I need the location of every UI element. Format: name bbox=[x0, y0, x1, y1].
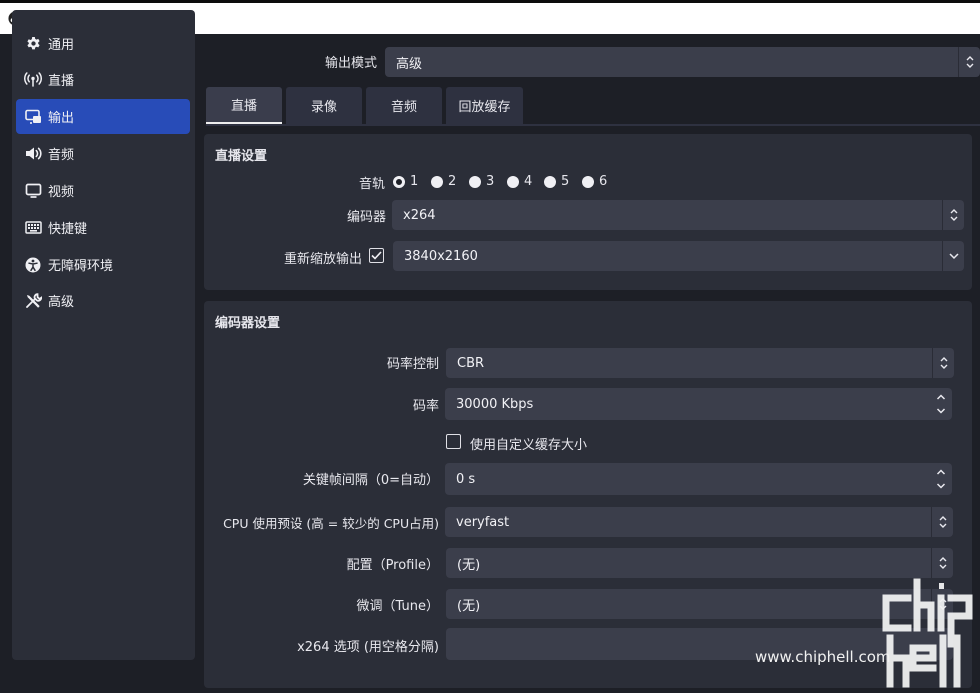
custom-buffer-checkbox[interactable] bbox=[446, 434, 461, 449]
track-radio-5[interactable]: 5 bbox=[544, 174, 569, 189]
radio-label: 1 bbox=[410, 174, 419, 189]
sidebar-item-output[interactable]: 输出 bbox=[16, 99, 190, 134]
radio-dot bbox=[431, 175, 443, 188]
track-radio-4[interactable]: 4 bbox=[507, 174, 532, 189]
bitrate-spinbox[interactable]: 30000 Kbps bbox=[445, 388, 952, 420]
output-mode-label: 输出模式 bbox=[325, 56, 378, 71]
keyframe-label: 关键帧间隔（0=自动） bbox=[302, 473, 439, 488]
sidebar-item-label: 通用 bbox=[48, 38, 75, 53]
updown-arrows-icon bbox=[931, 507, 953, 537]
tab-label: 回放缓存 bbox=[458, 100, 511, 115]
tune-value: (无) bbox=[457, 598, 481, 614]
encoder-select[interactable]: x264 bbox=[392, 200, 964, 230]
output-mode-value: 高级 bbox=[396, 56, 423, 72]
group-title: 编码器设置 bbox=[215, 316, 281, 331]
cpu-preset-label: CPU 使用预设 (高 = 较少的 CPU占用) bbox=[223, 516, 439, 531]
radio-label: 4 bbox=[524, 174, 533, 189]
x264-options-label: x264 选项 (用空格分隔) bbox=[297, 640, 439, 655]
tab-label: 录像 bbox=[310, 100, 337, 115]
chevron-down-icon bbox=[942, 241, 964, 271]
rate-control-select[interactable]: CBR bbox=[446, 348, 954, 378]
rescale-resolution-select[interactable]: 3840x2160 bbox=[393, 241, 964, 271]
rate-control-value: CBR bbox=[457, 355, 485, 371]
sidebar-item-label: 输出 bbox=[48, 111, 75, 126]
tools-icon bbox=[23, 291, 43, 311]
sidebar-item-general[interactable]: 通用 bbox=[16, 26, 190, 61]
sidebar-item-hotkeys[interactable]: 快捷键 bbox=[16, 210, 190, 245]
profile-select[interactable]: (无) bbox=[446, 548, 953, 578]
speaker-icon bbox=[23, 144, 43, 164]
tab-underline bbox=[206, 124, 980, 126]
radio-label: 5 bbox=[561, 174, 570, 189]
updown-arrows-icon bbox=[932, 348, 954, 378]
sidebar-item-video[interactable]: 视频 bbox=[16, 173, 190, 208]
tab-audio[interactable]: 音频 bbox=[366, 87, 442, 124]
accessibility-icon bbox=[23, 255, 43, 275]
bitrate-value: 30000 Kbps bbox=[456, 396, 534, 412]
cpu-preset-select[interactable]: veryfast bbox=[445, 507, 953, 537]
tab-recording[interactable]: 录像 bbox=[286, 87, 362, 124]
tab-label: 音频 bbox=[390, 100, 417, 115]
radio-label: 6 bbox=[599, 174, 608, 189]
track-radio-3[interactable]: 3 bbox=[469, 174, 494, 189]
updown-arrows-icon bbox=[958, 47, 980, 77]
sidebar-item-accessibility[interactable]: 无障碍环境 bbox=[16, 247, 190, 282]
tab-stream[interactable]: 直播 bbox=[206, 87, 282, 124]
sidebar: 通用 直播 输出 音频 视频 快捷键 无障碍环境 高级 bbox=[12, 10, 195, 660]
keyboard-icon bbox=[23, 218, 43, 238]
track-radio-6[interactable]: 6 bbox=[582, 174, 607, 189]
rescale-value: 3840x2160 bbox=[404, 248, 478, 264]
sidebar-item-advanced[interactable]: 高级 bbox=[16, 283, 190, 318]
track-radio-1[interactable]: 1 bbox=[393, 174, 418, 189]
sidebar-item-label: 音频 bbox=[48, 148, 75, 163]
updown-arrows-icon bbox=[942, 200, 964, 230]
rescale-checkbox[interactable] bbox=[369, 248, 384, 263]
spin-arrows-icon[interactable] bbox=[930, 388, 952, 420]
profile-label: 配置（Profile） bbox=[346, 558, 439, 573]
updown-arrows-icon bbox=[931, 548, 953, 578]
sidebar-item-label: 高级 bbox=[48, 295, 75, 310]
checkmark-icon bbox=[371, 251, 382, 260]
output-icon bbox=[23, 107, 43, 127]
radio-dot bbox=[469, 175, 481, 188]
spin-arrows-icon[interactable] bbox=[930, 463, 952, 495]
profile-value: (无) bbox=[457, 557, 481, 573]
encoder-value: x264 bbox=[403, 207, 436, 223]
sidebar-item-label: 视频 bbox=[48, 185, 75, 200]
audio-track-label: 音轨 bbox=[358, 177, 385, 192]
gear-icon bbox=[23, 34, 43, 54]
sidebar-item-stream[interactable]: 直播 bbox=[16, 62, 190, 97]
sidebar-item-label: 快捷键 bbox=[48, 222, 88, 237]
radio-dot bbox=[582, 175, 594, 188]
sidebar-item-audio[interactable]: 音频 bbox=[16, 136, 190, 171]
tab-label: 直播 bbox=[230, 99, 257, 114]
sidebar-item-label: 直播 bbox=[48, 74, 75, 89]
sidebar-item-label: 无障碍环境 bbox=[48, 259, 114, 274]
bitrate-label: 码率 bbox=[412, 399, 439, 414]
track-radio-2[interactable]: 2 bbox=[431, 174, 456, 189]
radio-dot bbox=[544, 175, 556, 188]
radio-label: 2 bbox=[448, 174, 457, 189]
watermark-url: www.chiphell.com bbox=[755, 648, 891, 666]
custom-buffer-label: 使用自定义缓存大小 bbox=[470, 438, 588, 453]
rescale-label: 重新缩放输出 bbox=[283, 252, 362, 267]
radio-label: 3 bbox=[486, 174, 495, 189]
radio-dot bbox=[393, 175, 405, 188]
cpu-preset-value: veryfast bbox=[456, 514, 510, 530]
keyframe-value: 0 s bbox=[456, 471, 476, 487]
tune-label: 微调（Tune） bbox=[356, 599, 439, 614]
radio-dot bbox=[507, 175, 519, 188]
chiphell-logo bbox=[882, 578, 973, 688]
monitor-icon bbox=[23, 181, 43, 201]
tab-replay-buffer[interactable]: 回放缓存 bbox=[446, 87, 523, 124]
rate-control-label: 码率控制 bbox=[386, 357, 439, 372]
broadcast-icon bbox=[23, 70, 43, 90]
group-title: 直播设置 bbox=[215, 149, 268, 164]
output-mode-select[interactable]: 高级 bbox=[385, 47, 980, 77]
keyframe-spinbox[interactable]: 0 s bbox=[445, 463, 952, 495]
encoder-label: 编码器 bbox=[346, 210, 386, 225]
